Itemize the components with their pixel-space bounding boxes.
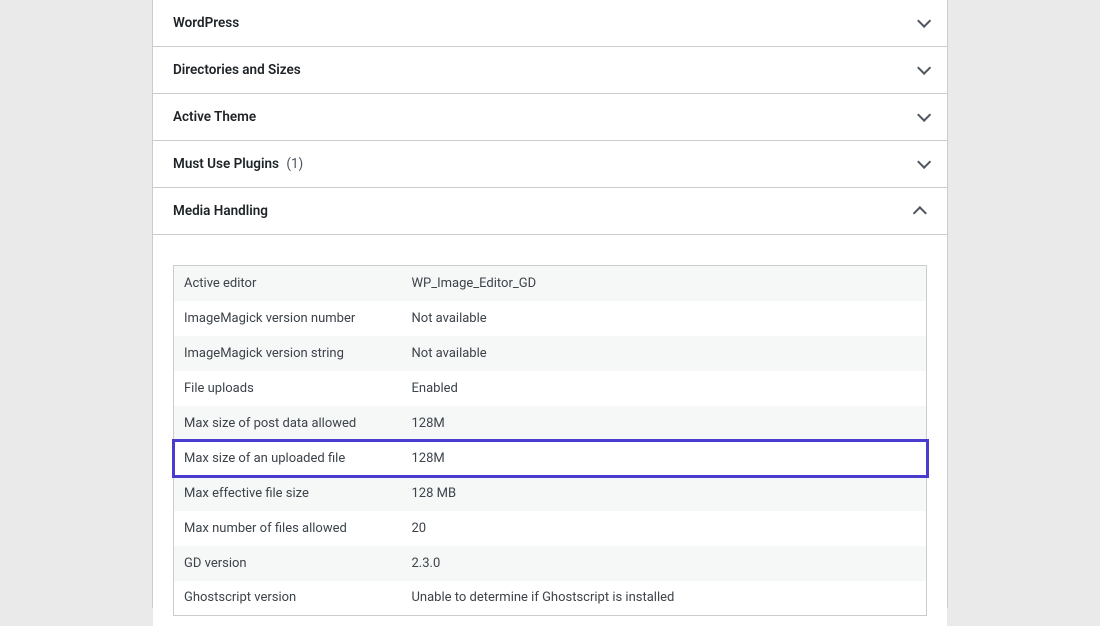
info-key: ImageMagick version number: [174, 301, 402, 336]
info-value: 20: [402, 511, 927, 546]
info-value: Unable to determine if Ghostscript is in…: [402, 581, 927, 616]
info-key: File uploads: [174, 371, 402, 406]
info-key: Ghostscript version: [174, 581, 402, 616]
media-handling-details: Active editorWP_Image_Editor_GDImageMagi…: [153, 235, 947, 626]
section-mu-plugins[interactable]: Must Use Plugins (1): [153, 141, 947, 188]
info-value: 128 MB: [402, 476, 927, 511]
info-key: Active editor: [174, 266, 402, 301]
info-value: Enabled: [402, 371, 927, 406]
chevron-down-icon: [917, 108, 931, 122]
table-row: Active editorWP_Image_Editor_GD: [174, 266, 927, 301]
section-title: Active Theme: [173, 109, 256, 125]
section-title: WordPress: [173, 15, 239, 31]
chevron-up-icon: [913, 206, 927, 220]
section-active-theme[interactable]: Active Theme: [153, 94, 947, 141]
table-row: File uploadsEnabled: [174, 371, 927, 406]
chevron-down-icon: [917, 61, 931, 75]
table-row: Ghostscript versionUnable to determine i…: [174, 581, 927, 616]
section-wordpress[interactable]: WordPress: [153, 0, 947, 47]
info-key: Max effective file size: [174, 476, 402, 511]
section-media-handling[interactable]: Media Handling: [153, 188, 947, 235]
table-row: Max number of files allowed20: [174, 511, 927, 546]
section-title: Must Use Plugins (1): [173, 156, 303, 172]
info-key: GD version: [174, 546, 402, 581]
table-row: Max size of post data allowed128M: [174, 406, 927, 441]
info-value: Not available: [402, 301, 927, 336]
table-row: GD version2.3.0: [174, 546, 927, 581]
section-title: Directories and Sizes: [173, 62, 301, 78]
info-value: 2.3.0: [402, 546, 927, 581]
chevron-down-icon: [917, 155, 931, 169]
section-count: (1): [286, 156, 303, 172]
chevron-down-icon: [917, 14, 931, 28]
table-row: ImageMagick version numberNot available: [174, 301, 927, 336]
info-value: 128M: [402, 441, 927, 476]
info-value: Not available: [402, 336, 927, 371]
info-key: Max size of post data allowed: [174, 406, 402, 441]
section-title: Media Handling: [173, 203, 268, 219]
info-value: 128M: [402, 406, 927, 441]
section-title-text: Must Use Plugins: [173, 156, 279, 172]
media-handling-table: Active editorWP_Image_Editor_GDImageMagi…: [173, 265, 927, 616]
section-directories[interactable]: Directories and Sizes: [153, 47, 947, 94]
table-row: Max size of an uploaded file128M: [174, 441, 927, 476]
table-row: ImageMagick version stringNot available: [174, 336, 927, 371]
info-key: ImageMagick version string: [174, 336, 402, 371]
info-key: Max number of files allowed: [174, 511, 402, 546]
table-row: Max effective file size128 MB: [174, 476, 927, 511]
info-value: WP_Image_Editor_GD: [402, 266, 927, 301]
site-health-info-panel: WordPress Directories and Sizes Active T…: [152, 0, 948, 608]
info-key: Max size of an uploaded file: [174, 441, 402, 476]
